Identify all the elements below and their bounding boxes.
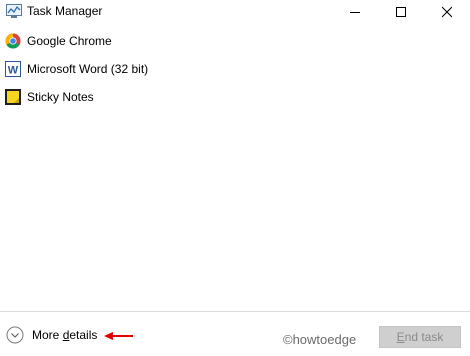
- red-arrow-icon: [104, 332, 133, 340]
- word-icon: W: [5, 61, 21, 77]
- maximize-icon: [396, 7, 406, 17]
- minimize-icon: [350, 12, 360, 13]
- window-title: Task Manager: [27, 4, 103, 18]
- footer-bar: More details ©howtoedge End task: [0, 312, 470, 356]
- list-item-sticky-notes[interactable]: Sticky Notes: [0, 84, 470, 110]
- more-details-label: More details: [32, 328, 98, 342]
- list-item-word[interactable]: W Microsoft Word (32 bit): [0, 56, 470, 82]
- process-label: Sticky Notes: [27, 90, 94, 104]
- end-task-button[interactable]: End task: [379, 326, 461, 348]
- list-item-chrome[interactable]: Google Chrome: [0, 28, 470, 54]
- sticky-notes-icon: [5, 89, 21, 105]
- close-button[interactable]: [424, 0, 470, 24]
- maximize-button[interactable]: [378, 0, 424, 24]
- close-icon: [442, 6, 452, 18]
- watermark: ©howtoedge: [283, 332, 357, 347]
- chrome-icon: [5, 33, 21, 49]
- chevron-down-icon: [6, 326, 24, 344]
- task-manager-window: Task Manager Google Chrome W Microsoft W…: [0, 0, 470, 356]
- svg-text:W: W: [8, 65, 19, 77]
- task-manager-icon: [6, 4, 22, 18]
- minimize-button[interactable]: [332, 0, 378, 24]
- title-bar[interactable]: Task Manager: [0, 0, 470, 24]
- process-label: Google Chrome: [27, 34, 112, 48]
- process-label: Microsoft Word (32 bit): [27, 62, 149, 76]
